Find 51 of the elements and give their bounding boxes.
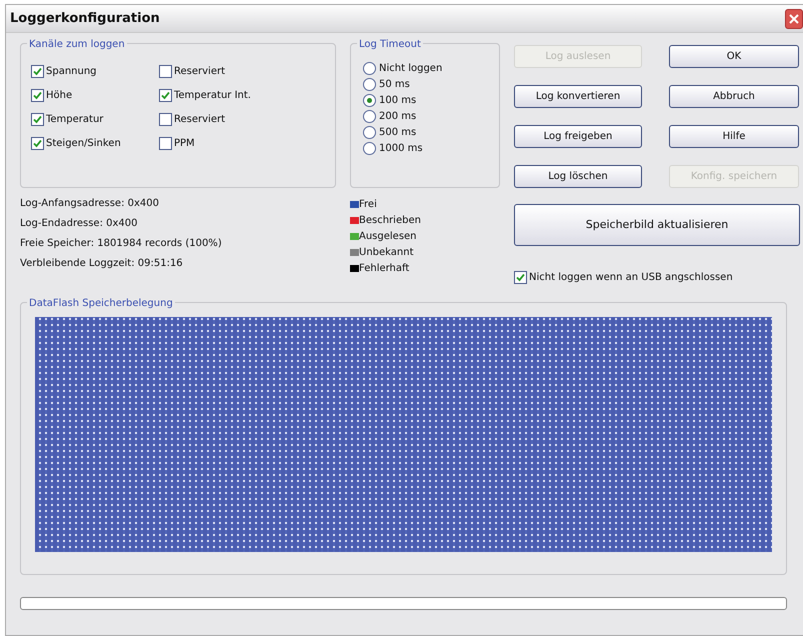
legend-label: Ausgelesen [359,230,417,244]
group-title: Kanäle zum loggen [27,37,127,52]
checkbox[interactable] [159,89,172,102]
checkbox[interactable] [159,113,172,126]
legend-label: Beschrieben [359,214,421,228]
radio-button[interactable] [363,78,376,90]
radio-label: 1000 ms [379,142,423,156]
checkbox-label: Spannung [46,65,97,79]
group-title: DataFlash Speicherbelegung [27,296,175,311]
radio-button[interactable] [363,62,376,74]
radio-button[interactable] [363,110,376,122]
checkbox[interactable] [31,89,44,102]
group-title: Log Timeout [357,37,423,52]
checkbox[interactable] [31,137,44,150]
checkbox-label: Höhe [46,89,72,103]
legend-label: Unbekannt [359,246,414,260]
info-text: Verbleibende Loggzeit: 09:51:16 [20,257,184,271]
radio-button[interactable] [363,94,376,106]
info-text: Freie Speicher: 1801984 records (100%) [20,237,223,251]
checkbox-label: Steigen/Sinken [46,137,121,151]
checkbox-label: PPM [174,137,195,151]
dialog-button[interactable]: OK [669,45,799,68]
checkbox[interactable] [31,113,44,126]
checkbox-label: Reserviert [174,113,226,127]
dialog-button[interactable]: Log konvertieren [514,85,642,108]
dialog-button[interactable]: Hilfe [669,125,799,148]
refresh-button[interactable]: Speicherbild aktualisieren [514,204,800,246]
close-icon[interactable] [785,8,803,28]
dialog-button[interactable]: Log löschen [514,165,642,188]
legend-label: Fehlerhaft [359,262,410,276]
info-text: Log-Endadresse: 0x400 [20,217,138,231]
checkbox-label: Temperatur [46,113,104,127]
radio-label: 200 ms [379,110,416,124]
radio-label: 500 ms [379,126,416,140]
radio-label: Nicht loggen [379,62,442,76]
checkbox-label: Nicht loggen wenn an USB angschlossen [529,271,733,285]
info-text: Log-Anfangsadresse: 0x400 [20,197,160,211]
checkbox[interactable] [31,65,44,78]
checkbox-label: Reserviert [174,65,226,79]
checkbox[interactable] [159,65,172,78]
dialog-button[interactable]: Abbruch [669,85,799,108]
radio-label: 100 ms [379,94,416,108]
legend-label: Frei [359,198,377,212]
dialog-button[interactable]: Log freigeben [514,125,642,148]
checkbox[interactable] [514,271,527,284]
radio-button[interactable] [363,142,376,154]
checkbox[interactable] [159,137,172,150]
radio-label: 50 ms [379,78,410,92]
radio-button[interactable] [363,126,376,138]
checkbox-label: Temperatur Int. [174,89,251,103]
window-title: Loggerkonfiguration [9,10,160,28]
